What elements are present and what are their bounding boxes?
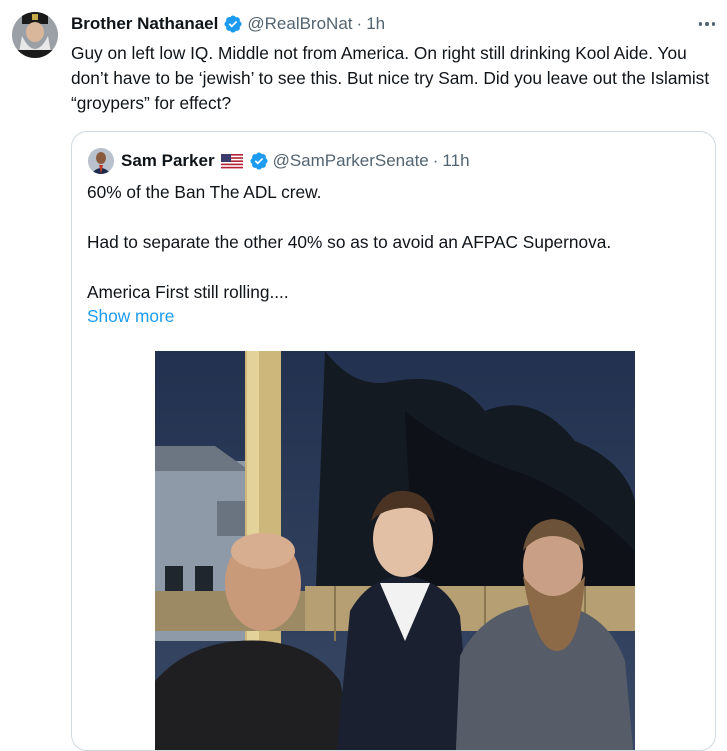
quote-line: 60% of the Ban The ADL crew.: [87, 182, 322, 202]
quote-header: Sam Parker @SamParkerSenate · 11h: [121, 148, 470, 174]
post-time[interactable]: 1h: [366, 14, 385, 34]
author-name[interactable]: Brother Nathanael: [71, 14, 218, 34]
quote-text: 60% of the Ban The ADL crew. Had to sepa…: [87, 180, 702, 305]
verified-badge-icon: [224, 15, 242, 33]
more-options-icon[interactable]: [694, 12, 720, 36]
quote-line: [87, 255, 702, 280]
quote-line: America First still rolling....: [87, 282, 289, 302]
quote-separator-dot: ·: [432, 151, 439, 170]
quote-line: Had to separate the other 40% so as to a…: [87, 232, 612, 252]
quote-author-avatar[interactable]: [88, 148, 114, 174]
tweet-header: Brother Nathanael @RealBroNat · 1h: [71, 12, 385, 36]
quote-author-name[interactable]: Sam Parker: [121, 151, 215, 171]
quote-verified-badge-icon: [250, 152, 268, 170]
quoted-tweet[interactable]: Sam Parker @SamParkerSenate · 11h 60% of…: [71, 131, 716, 751]
author-avatar[interactable]: [12, 12, 58, 58]
quote-post-time[interactable]: 11h: [442, 151, 469, 171]
quote-photo[interactable]: [155, 351, 635, 750]
quote-author-handle[interactable]: @SamParkerSenate: [273, 151, 429, 171]
us-flag-icon: [220, 153, 243, 169]
show-more-link[interactable]: Show more: [87, 306, 174, 327]
quote-line: [87, 205, 702, 230]
separator-dot: ·: [356, 14, 363, 33]
author-handle[interactable]: @RealBroNat: [247, 14, 352, 34]
tweet-text: Guy on left low IQ. Middle not from Amer…: [71, 43, 710, 113]
